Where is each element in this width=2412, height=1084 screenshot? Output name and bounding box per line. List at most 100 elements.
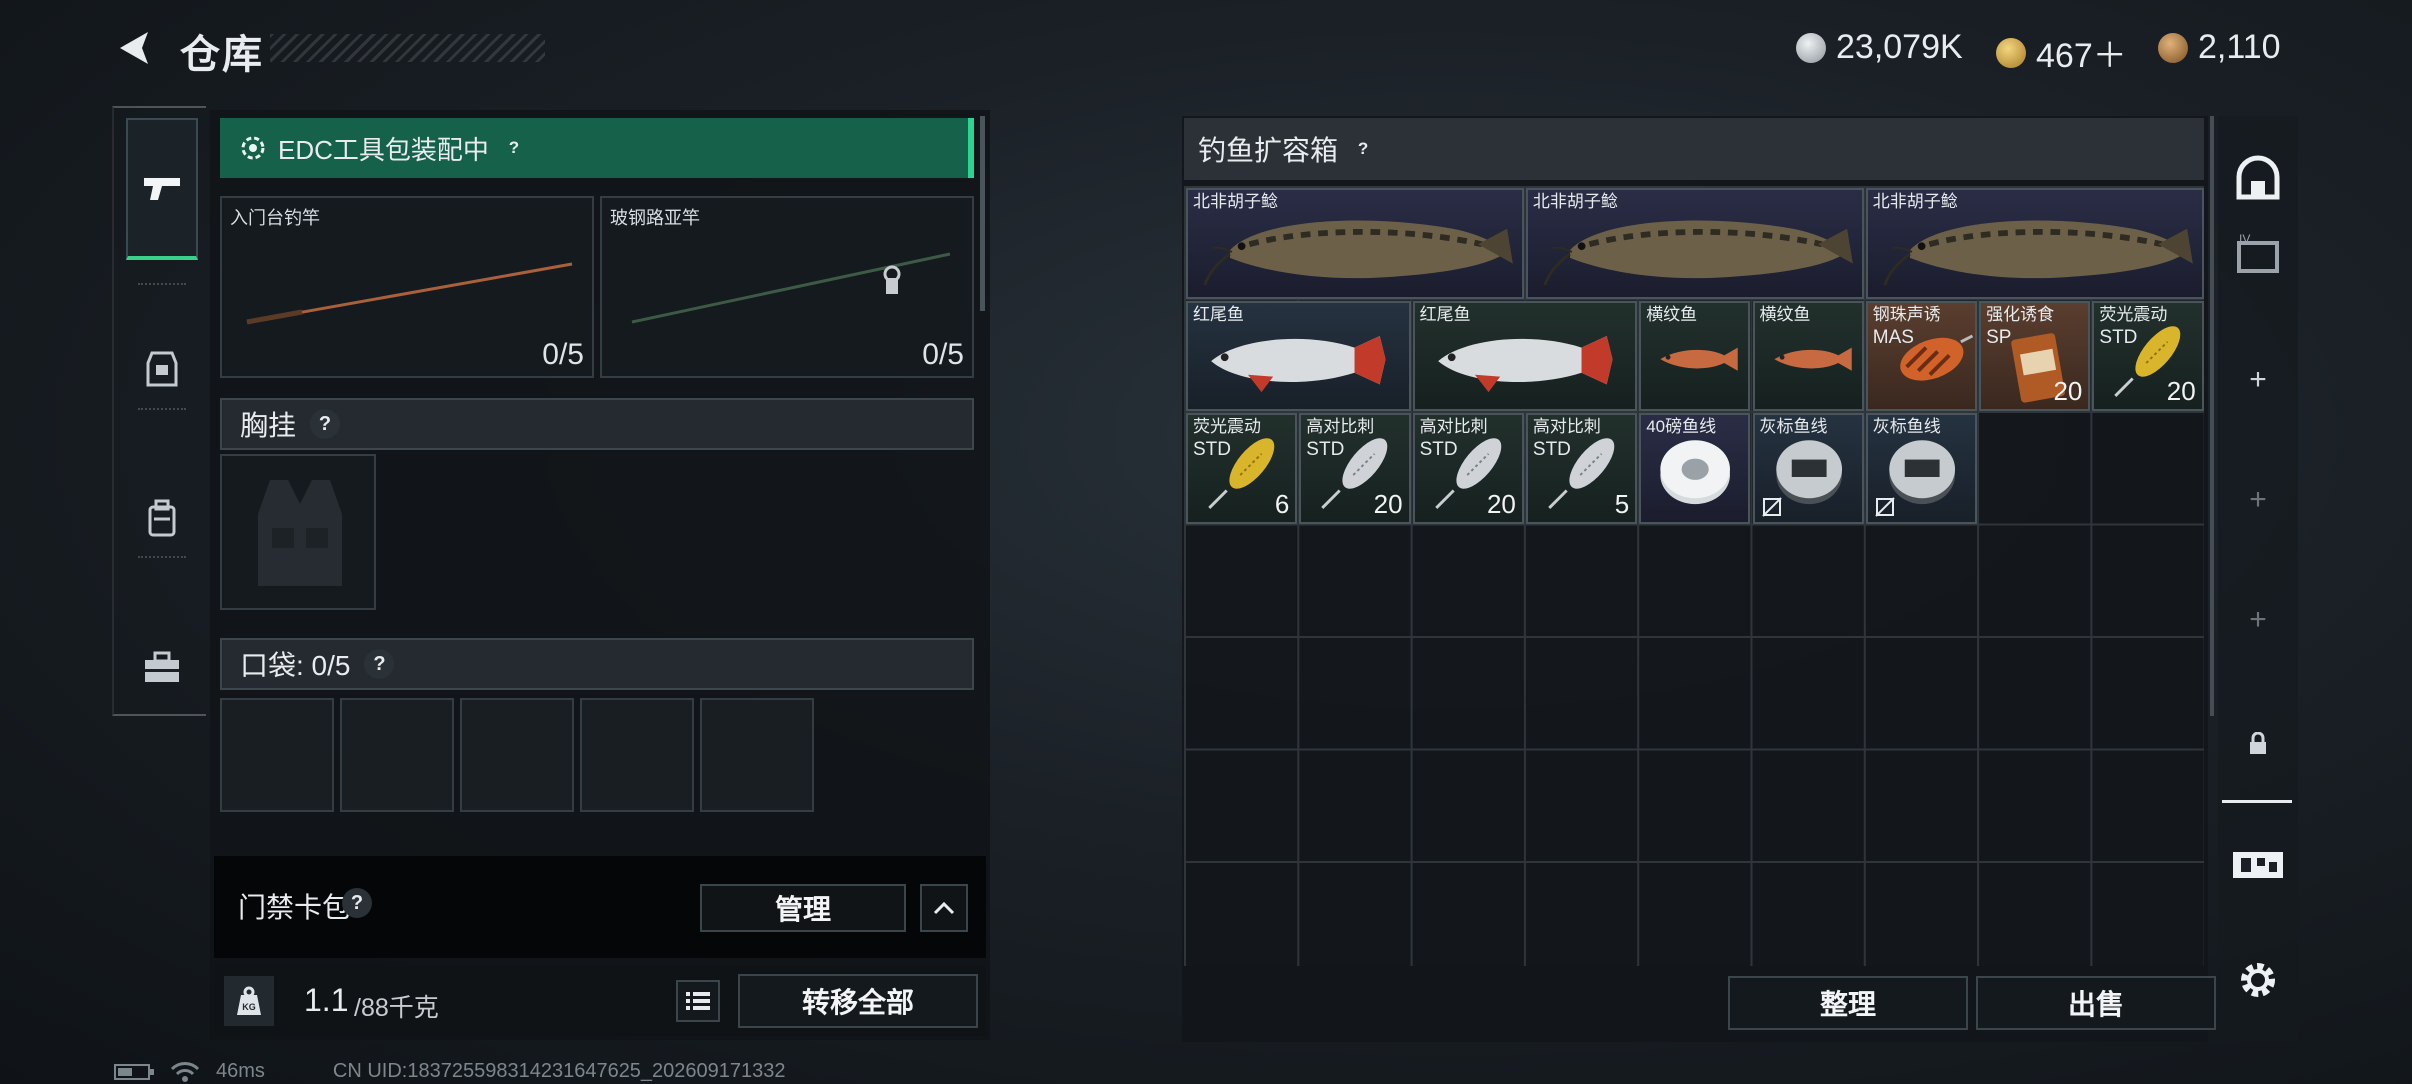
container-item[interactable]: 北非胡子鲶 — [1865, 188, 2204, 299]
sort-button[interactable]: 整理 — [1728, 976, 1968, 1030]
container-scrollbar[interactable] — [2210, 116, 2214, 716]
container-item[interactable]: 红尾鱼 — [1412, 300, 1638, 411]
keys-icon — [2233, 852, 2283, 878]
container-item[interactable]: 荧光震动 STD 20 — [2092, 300, 2204, 411]
edc-help-icon[interactable]: ? — [503, 133, 525, 163]
item-grade: STD — [1532, 439, 1571, 460]
container-item[interactable]: 北非胡子鲶 — [1186, 188, 1524, 299]
container-header: 钓鱼扩容箱 ? — [1184, 118, 2204, 180]
settings-button[interactable] — [2230, 952, 2286, 1008]
category-backpack[interactable] — [126, 448, 198, 590]
container-item[interactable]: 高对比刺 STD 20 — [1412, 413, 1524, 524]
list-icon — [686, 992, 710, 1010]
item-name: 灰标鱼线 — [1872, 417, 1941, 436]
loadout-scrollbar[interactable] — [980, 116, 985, 311]
svg-text:IV: IV — [2239, 233, 2250, 246]
container-item[interactable]: 灰标鱼线 — [1752, 413, 1864, 524]
edc-status-banner: EDC工具包装配中 ? — [220, 118, 974, 178]
stash-box-icon: IV — [2237, 233, 2279, 273]
storage-tab-4[interactable]: IV — [2230, 228, 2286, 284]
item-name: 红尾鱼 — [1193, 304, 1244, 324]
category-armor[interactable] — [126, 298, 198, 440]
sell-button[interactable]: 出售 — [1976, 976, 2216, 1030]
list-view-button[interactable] — [676, 980, 720, 1022]
item-name: 北非胡子鲶 — [1193, 192, 1278, 211]
container-item[interactable]: 红尾鱼 — [1186, 300, 1411, 411]
chest-rig-help-icon[interactable]: ? — [310, 409, 341, 439]
uid-text: CN UID:18372559831423164762​5_2026091713… — [332, 1060, 786, 1082]
container-item[interactable]: 灰标鱼线 — [1865, 413, 1978, 524]
container-item[interactable]: 北非胡子鲶 — [1525, 188, 1864, 299]
weight-icon: KG — [224, 976, 274, 1026]
ping-value: 46ms — [216, 1060, 265, 1082]
item-name: 红尾鱼 — [1419, 304, 1471, 324]
item-name: 横纹鱼 — [1646, 304, 1698, 324]
chevron-up-icon — [933, 901, 955, 915]
weight-value: 1.1 — [304, 982, 349, 1018]
add-storage-button[interactable]: + — [2230, 352, 2286, 408]
item-name: 高对比刺 — [1306, 417, 1375, 436]
container-help-icon[interactable]: ? — [1352, 134, 1374, 164]
lock-icon — [2250, 732, 2266, 754]
card-pack-help-icon[interactable]: ? — [342, 888, 372, 918]
rail-divider — [2222, 800, 2292, 803]
storage-icon — [2236, 155, 2280, 200]
rod-slot-1-label: 入门台钓竿 — [230, 208, 320, 228]
item-grade: SP — [1986, 326, 2012, 348]
item-name: 北非胡子鲶 — [1532, 192, 1618, 211]
chest-rig-placeholder-icon — [258, 480, 342, 586]
transfer-all-button[interactable]: 转移全部 — [738, 974, 978, 1028]
page-title: 仓库 — [180, 33, 264, 77]
back-arrow-icon[interactable] — [112, 26, 156, 70]
category-rail — [112, 106, 206, 716]
container-item[interactable]: 40磅鱼线 — [1639, 413, 1751, 524]
category-toolbox[interactable] — [126, 596, 198, 738]
container-item[interactable]: 高对比刺 STD 20 — [1299, 413, 1411, 524]
item-quantity: 20 — [2053, 376, 2083, 406]
keychain-button[interactable] — [2230, 836, 2286, 892]
item-name: 40磅鱼线 — [1646, 417, 1717, 436]
item-name: 高对比刺 — [1419, 417, 1488, 436]
rod-slot-2-count: 0/5 — [922, 338, 964, 371]
pocket-help-icon[interactable]: ? — [364, 649, 395, 679]
pocket-slot[interactable] — [460, 698, 574, 812]
weight-max: /88千克 — [354, 994, 439, 1022]
item-grade: MAS — [1872, 326, 1914, 348]
container-item[interactable]: 钢珠声诱 MAS — [1865, 300, 1978, 411]
item-name: 灰标鱼线 — [1759, 417, 1828, 436]
pistol-icon — [144, 178, 180, 200]
weight-bar: KG 1.1 /88千克 转移全部 — [214, 966, 986, 1036]
container-title: 钓鱼扩容箱 — [1198, 135, 1339, 166]
title-decoration — [270, 34, 545, 62]
storage-home-button[interactable] — [2230, 150, 2286, 206]
category-weapon[interactable] — [126, 118, 198, 260]
item-grade: STD — [1419, 439, 1458, 460]
chest-rig-slot[interactable] — [220, 454, 376, 610]
pocket-slot[interactable] — [340, 698, 454, 812]
item-grade: STD — [1306, 439, 1345, 460]
item-grade: STD — [2099, 326, 2138, 348]
add-storage-button[interactable]: + — [2230, 592, 2286, 648]
vest-icon — [146, 351, 178, 387]
item-quantity: 20 — [1486, 488, 1516, 519]
rod-slot-2[interactable]: 玻钢路亚竿 0/5 — [600, 196, 974, 378]
container-item[interactable]: 横纹鱼 — [1752, 300, 1864, 411]
container-item[interactable]: 荧光震动 STD 6 — [1186, 413, 1298, 524]
spinning-rod-art — [631, 252, 951, 324]
container-item[interactable]: 强化诱食 SP 20 — [1979, 300, 2091, 411]
pocket-slot[interactable] — [580, 698, 694, 812]
no-sell-icon — [1761, 496, 1782, 517]
currency-gold: 467＋ — [1996, 28, 2127, 77]
manage-button[interactable]: 管理 — [700, 884, 906, 932]
item-name: 强化诱食 — [1986, 304, 2055, 324]
container-item[interactable]: 横纹鱼 — [1639, 300, 1751, 411]
add-storage-button[interactable]: + — [2230, 472, 2286, 528]
pocket-slot[interactable] — [700, 698, 814, 812]
rod-slot-1[interactable]: 入门台钓竿 0/5 — [220, 196, 594, 378]
collapse-button[interactable] — [920, 884, 968, 932]
locked-storage-button[interactable] — [2230, 716, 2286, 772]
pocket-header: 口袋: 0/5 ? — [220, 638, 974, 690]
container-item[interactable]: 高对比刺 STD 5 — [1525, 413, 1638, 524]
pocket-slot[interactable] — [220, 698, 334, 812]
edc-status-text: EDC工具包装配中 — [278, 134, 489, 165]
